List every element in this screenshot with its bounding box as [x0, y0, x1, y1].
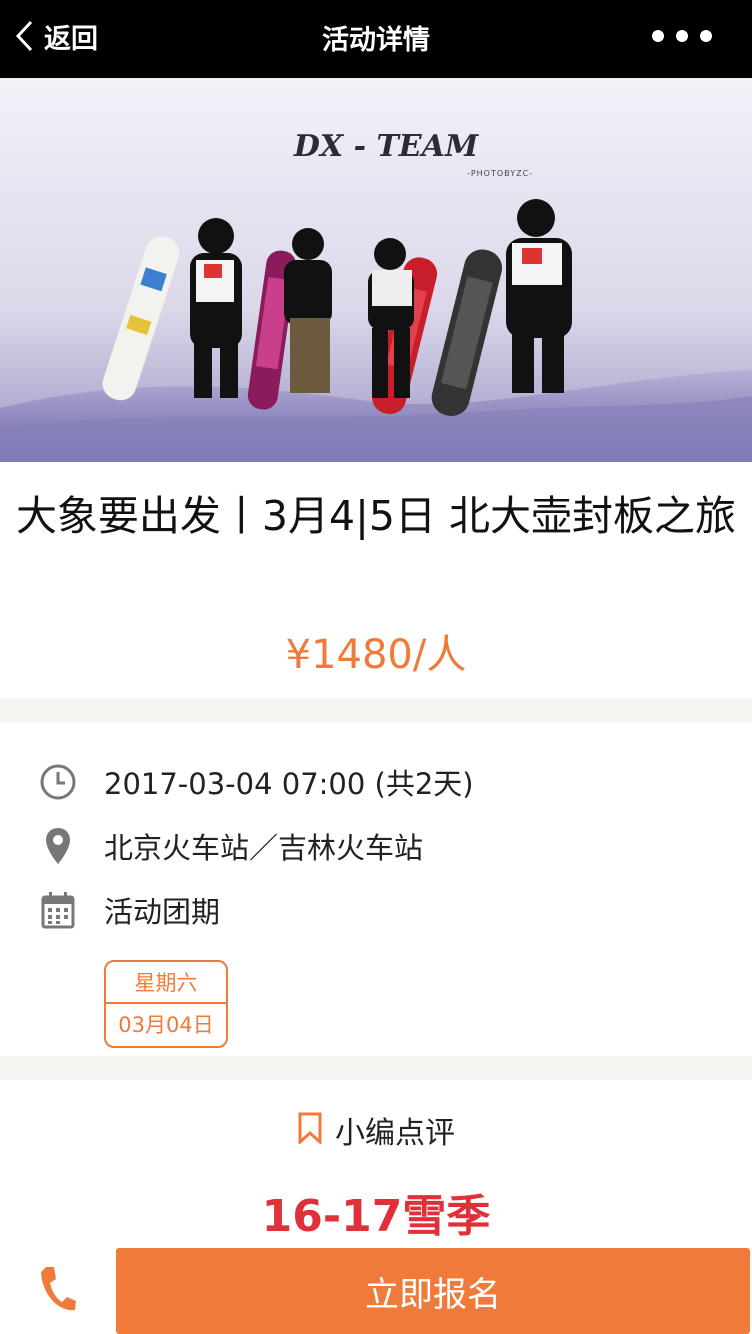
review-header: 小编点评	[0, 1108, 752, 1152]
datetime-row: 2017-03-04 07:00 (共2天)	[38, 760, 474, 804]
schedule-label: 活动团期	[104, 895, 221, 929]
season-heading: 16-17雪季	[261, 1191, 491, 1242]
signup-button[interactable]: 立即报名	[116, 1248, 750, 1334]
clock-icon	[38, 760, 78, 804]
schedule-row: 活动团期	[38, 888, 220, 932]
location-row: 北京火车站／吉林火车站	[38, 824, 423, 868]
review-label: 小编点评	[335, 1116, 455, 1151]
event-details-card: 2017-03-04 07:00 (共2天) 北京火车站／吉林火车站 活动团期 …	[0, 722, 752, 1056]
call-button[interactable]	[0, 1248, 116, 1334]
bottom-action-bar: 立即报名	[0, 1248, 752, 1334]
hero-image: DX - TEAM -PHOTOBYZC-	[0, 78, 752, 462]
date-chip-date: 03月04日	[118, 1013, 214, 1037]
top-navbar: 返回 活动详情	[0, 0, 752, 78]
date-option-chip[interactable]: 星期六 03月04日	[104, 960, 228, 1048]
hero-watermark-sub: -PHOTOBYZC-	[467, 169, 533, 178]
event-info-card: 大象要出发丨3月4|5日 北大壶封板之旅 ¥1480/人	[0, 462, 752, 698]
date-chip-weekday: 星期六	[106, 962, 226, 1004]
bookmark-icon	[297, 1112, 323, 1148]
hero-watermark: DX - TEAM	[293, 129, 479, 164]
page-title: 活动详情	[322, 25, 430, 56]
more-icon[interactable]	[652, 24, 712, 48]
event-title: 大象要出发丨3月4|5日 北大壶封板之旅	[15, 492, 737, 540]
event-price: ¥1480/人	[285, 632, 467, 678]
phone-icon	[38, 1264, 78, 1318]
event-location: 北京火车站／吉林火车站	[104, 831, 424, 865]
location-pin-icon	[38, 824, 78, 868]
event-datetime: 2017-03-04 07:00 (共2天)	[104, 767, 474, 801]
calendar-icon	[38, 888, 78, 932]
